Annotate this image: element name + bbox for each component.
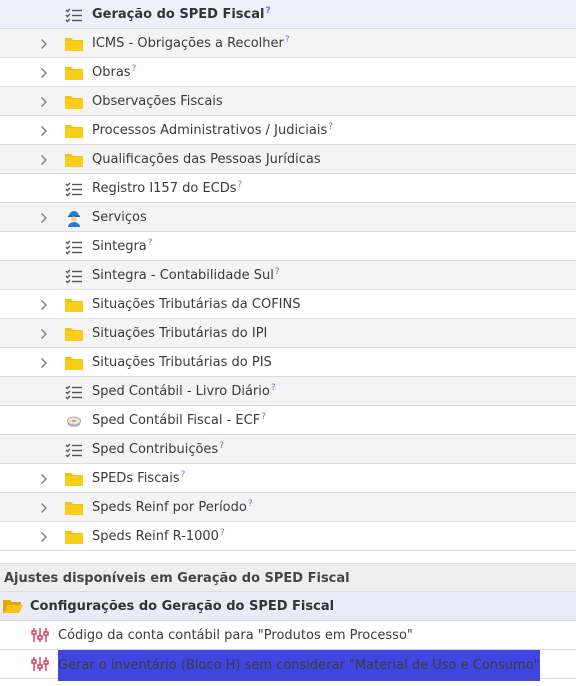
tree-item[interactable]: Speds Reinf por Período? [0, 493, 576, 522]
tree-item[interactable]: Speds Reinf R-1000? [0, 522, 576, 551]
settings-panel-header: Ajustes disponíveis em Geração do SPED F… [0, 563, 576, 592]
tree-item-label: Speds Reinf por Período? [92, 499, 253, 515]
setting-item-label: Código da conta contábil para "Produtos … [58, 628, 413, 643]
folder-icon [64, 319, 84, 348]
chevron-right-icon[interactable] [38, 145, 50, 174]
tree-item-label: Situações Tributárias da COFINS [92, 297, 301, 312]
folder-icon [64, 87, 84, 116]
sliders-icon [31, 656, 49, 676]
tree-item[interactable]: Sped Contribuições? [0, 435, 576, 464]
help-icon[interactable]: ? [248, 499, 253, 509]
help-icon[interactable]: ? [181, 470, 186, 480]
folder-icon [64, 58, 84, 87]
tree-item[interactable]: Observações Fiscais [0, 87, 576, 116]
tree-item[interactable]: SPEDs Fiscais? [0, 464, 576, 493]
settings-group-row[interactable]: Configurações do Geração do SPED Fiscal [0, 592, 576, 621]
help-icon[interactable]: ? [219, 441, 224, 451]
tree-item-label: Obras? [92, 64, 137, 80]
disk-icon [64, 406, 84, 435]
folder-icon [64, 493, 84, 522]
tree-item[interactable]: Sintegra - Contabilidade Sul? [0, 261, 576, 290]
tree-item[interactable]: Processos Administrativos / Judiciais? [0, 116, 576, 145]
folder-icon [64, 116, 84, 145]
tree-item-label: Situações Tributárias do PIS [92, 355, 272, 370]
tree-item-label: Sped Contábil - Livro Diário? [92, 383, 276, 399]
chevron-right-icon[interactable] [38, 203, 50, 232]
folder-icon [64, 29, 84, 58]
tree-item[interactable]: Situações Tributárias do PIS [0, 348, 576, 377]
settings-group-label: Configurações do Geração do SPED Fiscal [30, 599, 335, 614]
help-icon[interactable]: ? [328, 122, 333, 132]
folder-icon [64, 348, 84, 377]
tree-item-label: SPEDs Fiscais? [92, 470, 186, 486]
setting-item-label: Gerar o inventário (Bloco H) sem conside… [58, 650, 540, 681]
folder-icon [64, 464, 84, 493]
tree-item[interactable]: Situações Tributárias do IPI [0, 319, 576, 348]
tree-item[interactable]: Registro I157 do ECDs? [0, 174, 576, 203]
chevron-right-icon[interactable] [38, 522, 50, 551]
help-icon[interactable]: ? [271, 383, 276, 393]
tree-item-label: Situações Tributárias do IPI [92, 326, 268, 341]
chevron-right-icon[interactable] [38, 87, 50, 116]
chevron-right-icon[interactable] [38, 348, 50, 377]
folder-icon [64, 145, 84, 174]
tree-item-label: Qualificações das Pessoas Jurídicas [92, 152, 321, 167]
checklist-icon [64, 261, 84, 290]
help-icon[interactable]: ? [265, 6, 270, 16]
tree-item-label: Speds Reinf R-1000? [92, 528, 225, 544]
help-icon[interactable]: ? [275, 267, 280, 277]
tree-item-label: Serviços [92, 210, 147, 225]
tree-item[interactable]: Serviços [0, 203, 576, 232]
checklist-icon [64, 174, 84, 203]
tree-item-label: Sintegra? [92, 238, 153, 254]
tree-item-label: Sped Contábil Fiscal - ECF? [92, 412, 266, 428]
sliders-icon [31, 627, 49, 647]
tree-item[interactable]: Sped Contábil - Livro Diário? [0, 377, 576, 406]
navigation-tree: Geração do SPED Fiscal? ICMS - Obrigações… [0, 0, 576, 551]
tree-item-label: Geração do SPED Fiscal? [92, 6, 271, 22]
chevron-right-icon[interactable] [38, 319, 50, 348]
chevron-right-icon[interactable] [38, 464, 50, 493]
tree-item-label: Observações Fiscais [92, 94, 223, 109]
chevron-right-icon[interactable] [38, 290, 50, 319]
chevron-right-icon[interactable] [38, 493, 50, 522]
checklist-icon [64, 232, 84, 261]
chevron-right-icon[interactable] [38, 116, 50, 145]
tree-item[interactable]: Sped Contábil Fiscal - ECF? [0, 406, 576, 435]
worker-icon [64, 203, 84, 232]
tree-item[interactable]: Sintegra? [0, 232, 576, 261]
help-icon[interactable]: ? [220, 528, 225, 538]
chevron-right-icon[interactable] [38, 58, 50, 87]
tree-item-label: ICMS - Obrigações a Recolher? [92, 35, 290, 51]
checklist-icon [64, 435, 84, 464]
help-icon[interactable]: ? [238, 180, 243, 190]
chevron-right-icon[interactable] [38, 29, 50, 58]
open-folder-icon [2, 597, 24, 619]
tree-item[interactable]: Qualificações das Pessoas Jurídicas [0, 145, 576, 174]
setting-item[interactable]: Gerar o inventário (Bloco H) sem conside… [0, 650, 576, 681]
folder-icon [64, 522, 84, 551]
setting-item[interactable]: Código da conta contábil para "Produtos … [0, 621, 576, 650]
tree-item-label: Sped Contribuições? [92, 441, 224, 457]
tree-item[interactable]: Geração do SPED Fiscal? [0, 0, 576, 29]
tree-item[interactable]: Situações Tributárias da COFINS [0, 290, 576, 319]
tree-item-label: Sintegra - Contabilidade Sul? [92, 267, 280, 283]
tree-item-label: Registro I157 do ECDs? [92, 180, 243, 196]
tree-item[interactable]: ICMS - Obrigações a Recolher? [0, 29, 576, 58]
help-icon[interactable]: ? [285, 35, 290, 45]
checklist-icon [64, 0, 84, 29]
checklist-icon [64, 377, 84, 406]
help-icon[interactable]: ? [261, 412, 266, 422]
folder-icon [64, 290, 84, 319]
tree-item[interactable]: Obras? [0, 58, 576, 87]
tree-item-label: Processos Administrativos / Judiciais? [92, 122, 333, 138]
help-icon[interactable]: ? [148, 238, 153, 248]
help-icon[interactable]: ? [132, 64, 137, 74]
